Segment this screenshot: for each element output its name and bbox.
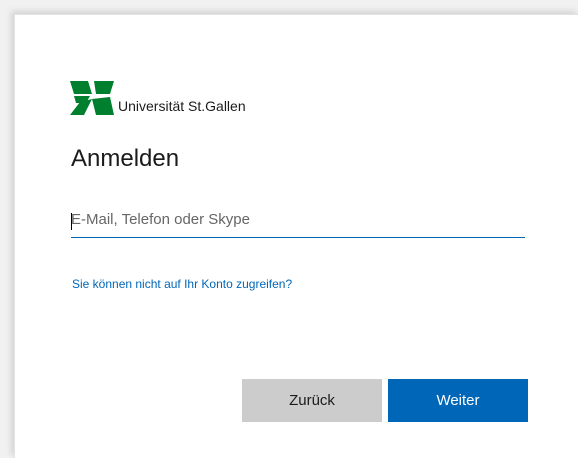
email-field-container <box>71 211 525 238</box>
back-button[interactable]: Zurück <box>242 379 382 422</box>
logo-text: Universität St.Gallen <box>118 98 246 114</box>
university-logo: Universität St.Gallen <box>70 81 246 115</box>
signin-card: Universität St.Gallen Anmelden Sie könne… <box>14 14 578 458</box>
cant-access-account-link[interactable]: Sie können nicht auf Ihr Konto zugreifen… <box>72 277 292 291</box>
next-button[interactable]: Weiter <box>388 379 528 422</box>
email-field[interactable] <box>71 211 525 237</box>
text-caret <box>71 213 72 230</box>
page-title: Anmelden <box>71 145 180 172</box>
hsg-logo-icon <box>70 81 114 115</box>
